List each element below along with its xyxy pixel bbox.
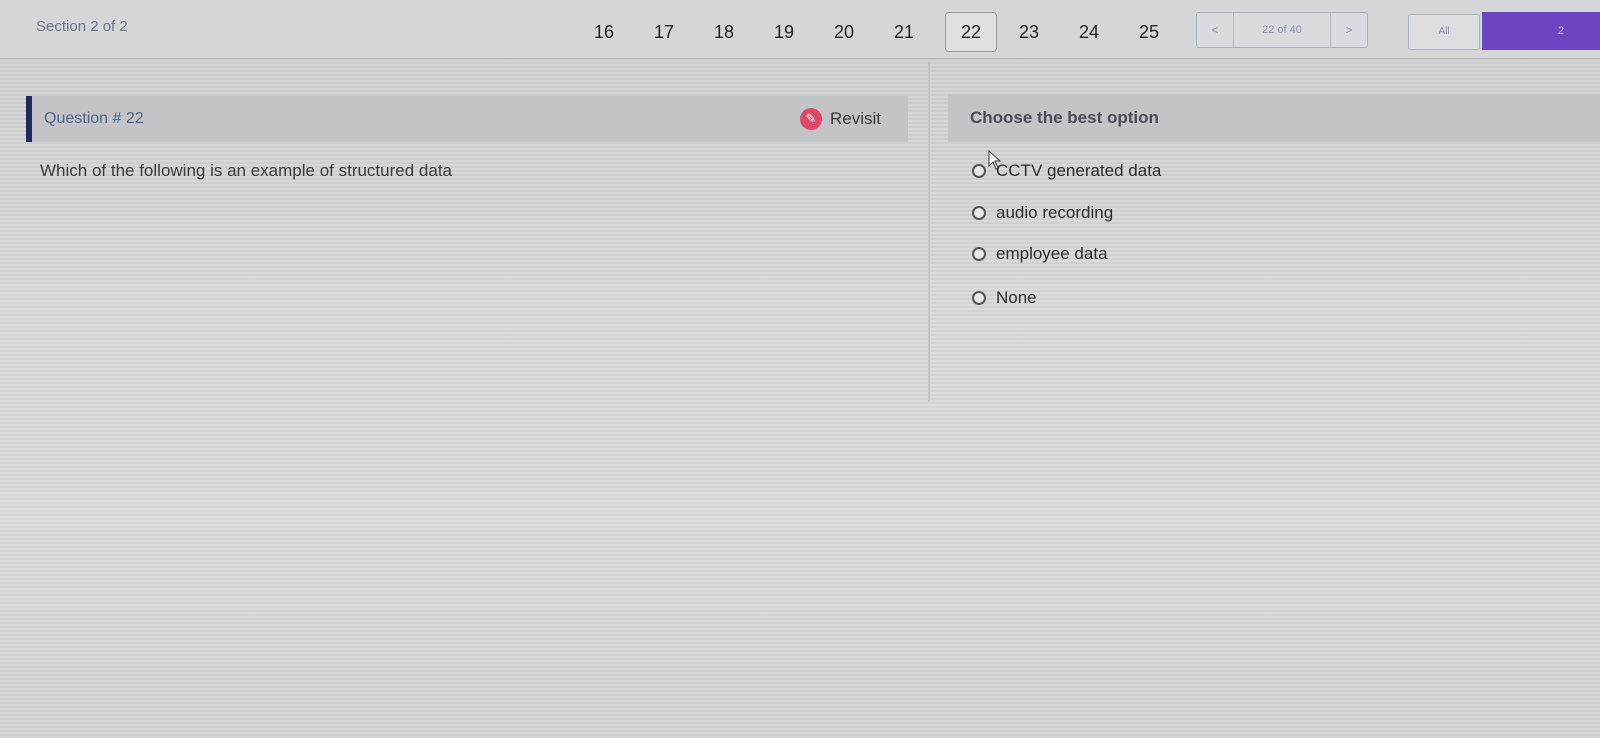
question-text: Which of the following is an example of …: [40, 161, 452, 180]
top-navigation-bar: Section 2 of 2 16 17 18 19 20 21 22 23 2…: [0, 0, 1600, 59]
edit-icon: ✎: [800, 108, 822, 130]
radio-icon[interactable]: [972, 206, 986, 220]
page-button-16[interactable]: 16: [584, 22, 624, 43]
previous-question-button[interactable]: <: [1197, 23, 1233, 37]
options-title: Choose the best option: [970, 108, 1159, 127]
question-count: 22 of 40: [1233, 13, 1331, 47]
option-2[interactable]: audio recording: [972, 203, 1113, 223]
revisit-button[interactable]: ✎ Revisit: [800, 106, 881, 132]
page-button-18[interactable]: 18: [704, 22, 744, 43]
question-pager: < 22 of 40 >: [1196, 12, 1368, 48]
radio-icon[interactable]: [972, 291, 986, 305]
page-button-19[interactable]: 19: [764, 22, 804, 43]
mouse-pointer-icon: [988, 150, 1002, 170]
option-3[interactable]: employee data: [972, 244, 1108, 264]
page-button-17[interactable]: 17: [644, 22, 684, 43]
revisit-label: Revisit: [830, 109, 882, 128]
page-button-21[interactable]: 21: [884, 22, 924, 43]
panel-divider: [928, 62, 930, 402]
all-questions-button[interactable]: All: [1408, 14, 1480, 50]
page-button-22-current[interactable]: 22: [945, 12, 997, 52]
option-4[interactable]: None: [972, 288, 1037, 308]
page-button-23[interactable]: 23: [1009, 22, 1049, 43]
page-button-20[interactable]: 20: [824, 22, 864, 43]
page-button-24[interactable]: 24: [1069, 22, 1109, 43]
radio-icon[interactable]: [972, 164, 986, 178]
section-label: Section 2 of 2: [36, 18, 128, 35]
purple-action-button[interactable]: 2: [1482, 12, 1600, 50]
option-label: None: [996, 288, 1037, 307]
option-label: CCTV generated data: [996, 161, 1162, 180]
page-button-25[interactable]: 25: [1129, 22, 1169, 43]
radio-icon[interactable]: [972, 247, 986, 261]
question-accent-bar: [26, 96, 32, 142]
question-header: Question # 22 ✎ Revisit: [26, 96, 908, 142]
option-label: employee data: [996, 244, 1108, 263]
question-title: Question # 22: [44, 110, 144, 127]
option-label: audio recording: [996, 203, 1114, 222]
options-header: Choose the best option: [948, 94, 1600, 142]
next-question-button[interactable]: >: [1331, 23, 1367, 37]
